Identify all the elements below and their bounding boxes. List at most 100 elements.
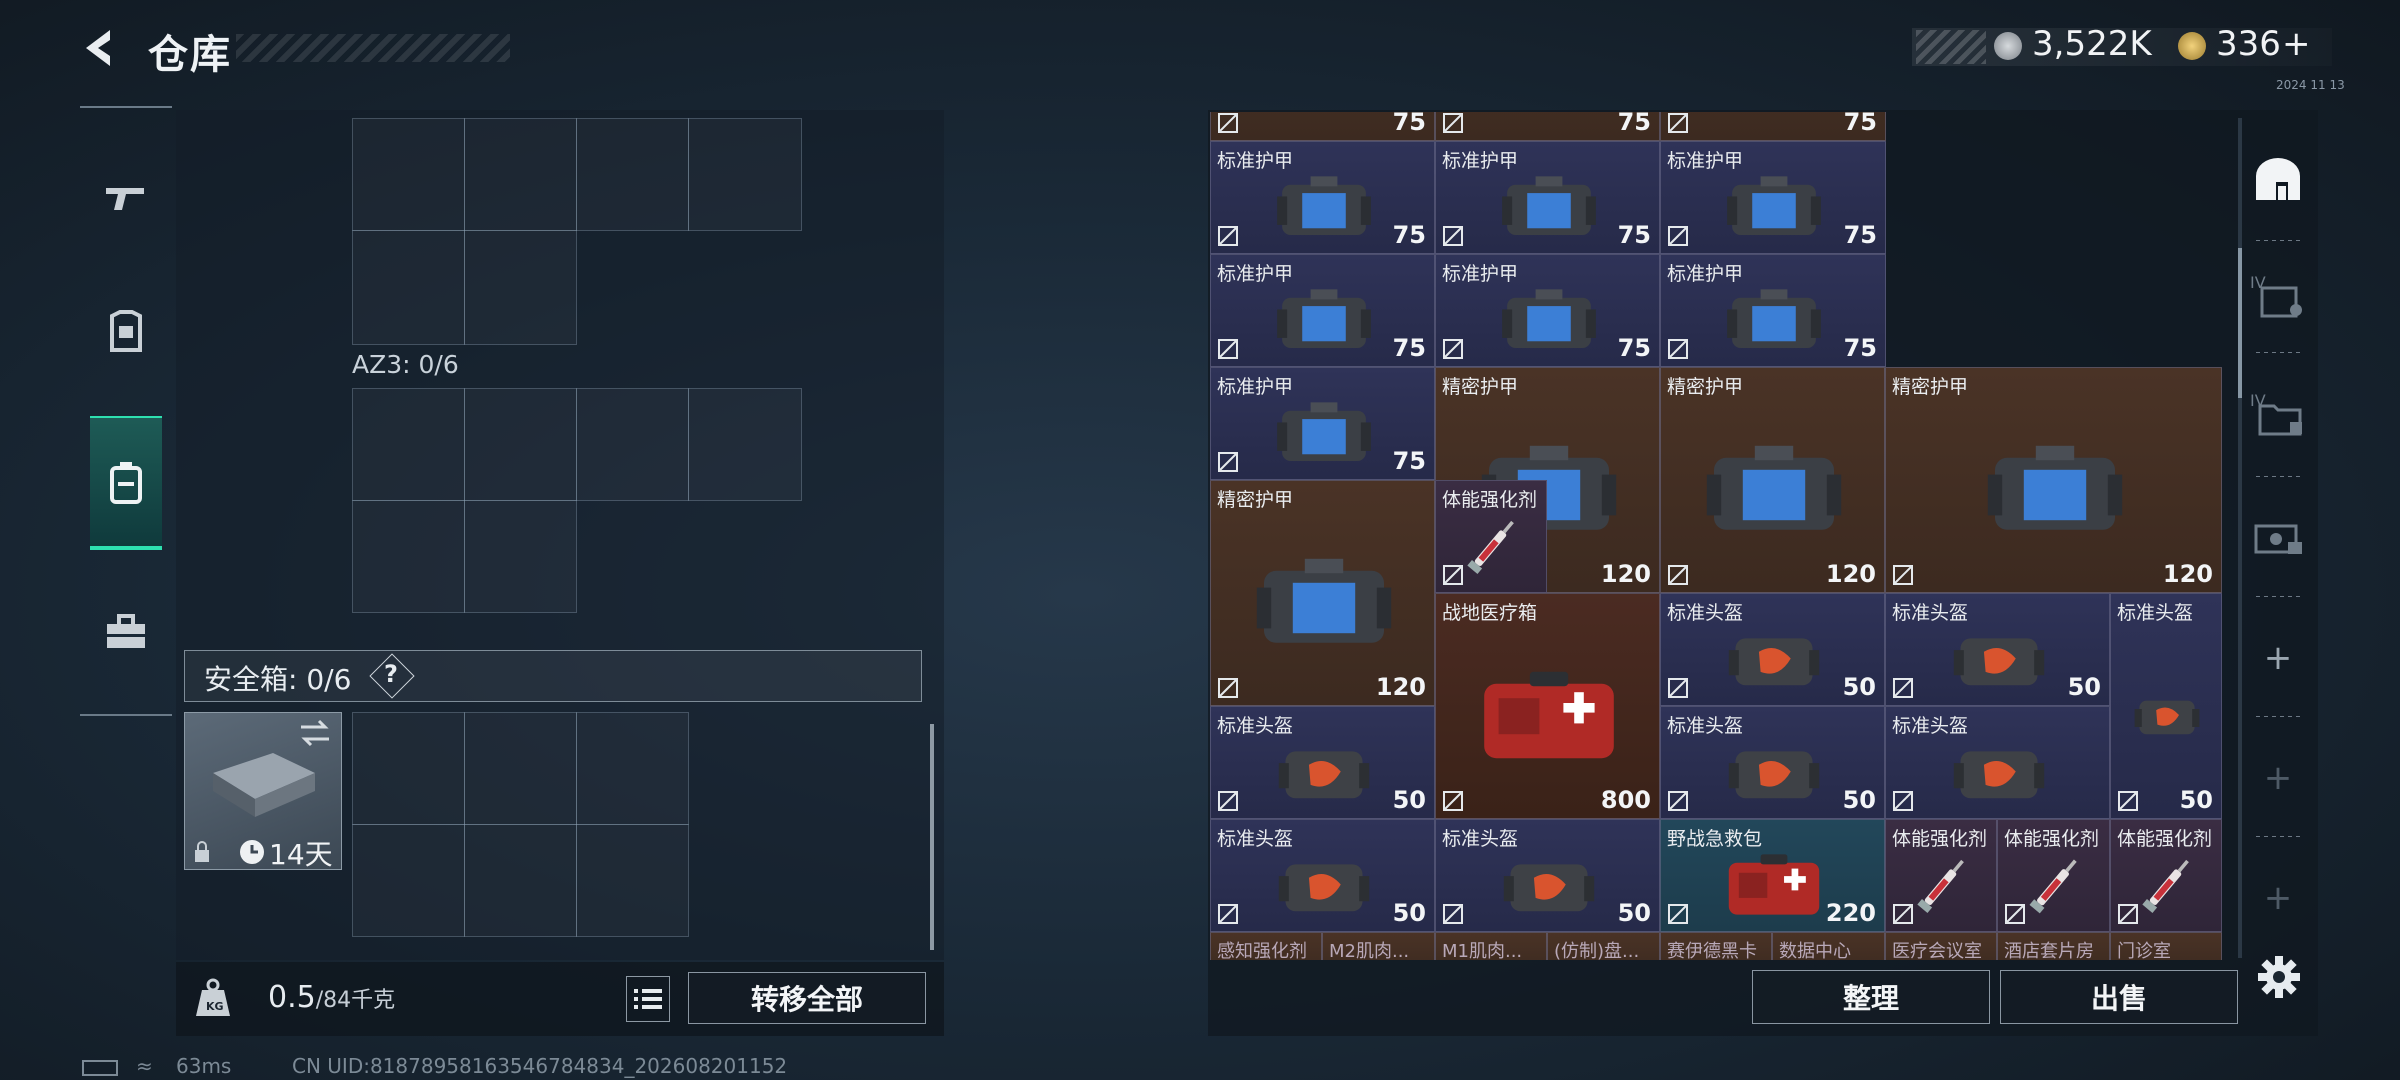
left-scrollbar[interactable] <box>930 724 934 950</box>
inventory-cell[interactable]: M1肌肉... <box>1435 932 1547 960</box>
slot[interactable] <box>688 118 802 231</box>
page-title: 仓库 <box>148 32 232 78</box>
inventory-cell[interactable]: 医疗会议室 <box>1885 932 1997 960</box>
armor-icon <box>1706 445 1841 530</box>
slot[interactable] <box>576 388 689 501</box>
add-tab-button[interactable]: + <box>2250 750 2306 806</box>
inventory-cell[interactable]: 标准护甲 75 <box>1210 367 1435 480</box>
item-name: 精密护甲 <box>1667 376 1744 398</box>
inventory-cell[interactable]: 标准护甲 75 <box>1210 254 1435 367</box>
inventory-cell[interactable]: 标准头盔 50 <box>1210 706 1435 819</box>
inventory-cell[interactable]: 标准头盔 <box>1885 706 2110 819</box>
inventory-cell[interactable]: 75 <box>1435 112 1660 141</box>
add-currency-button[interactable]: + <box>2282 24 2311 64</box>
wifi-icon: ≈ <box>136 1054 153 1078</box>
slot[interactable] <box>464 500 577 613</box>
no-insure-icon <box>2117 790 2139 812</box>
gold-coin-icon <box>2178 32 2206 60</box>
sell-button[interactable]: 出售 <box>2000 970 2238 1024</box>
slot[interactable] <box>464 824 577 937</box>
safehouse-tab[interactable] <box>2250 152 2306 208</box>
transfer-all-button[interactable]: 转移全部 <box>688 972 926 1024</box>
tab-backpack[interactable] <box>90 416 162 550</box>
inventory-cell[interactable]: 精密护甲 120 <box>1885 367 2222 593</box>
slot[interactable] <box>464 388 577 501</box>
back-arrow-icon[interactable] <box>78 26 122 70</box>
slot[interactable] <box>352 824 465 937</box>
tab-toolbox[interactable] <box>90 584 162 680</box>
no-insure-icon <box>2117 903 2139 925</box>
inventory-cell[interactable]: 精密护甲 120 <box>1660 367 1885 593</box>
weight-current: 0.5 <box>268 980 316 1015</box>
inventory-cell[interactable]: 标准护甲 75 <box>1660 254 1886 367</box>
syringe-icon <box>2142 859 2189 914</box>
inventory-cell[interactable]: 体能强化剂 <box>2110 819 2222 932</box>
item-name: 标准头盔 <box>1892 715 1969 737</box>
inventory-cell[interactable]: M2肌肉... <box>1322 932 1435 960</box>
inventory-cell[interactable]: 标准头盔 50 <box>1660 706 1885 819</box>
list-view-button[interactable] <box>626 976 670 1022</box>
no-insure-icon <box>1667 677 1689 699</box>
sort-button[interactable]: 整理 <box>1752 970 1990 1024</box>
inventory-cell[interactable]: 75 <box>1210 112 1435 141</box>
inventory-cell[interactable]: 标准头盔 50 <box>1660 593 1885 706</box>
settings-gear-icon[interactable] <box>2256 954 2302 1000</box>
inventory-cell[interactable]: 标准护甲 75 <box>1660 141 1886 254</box>
inventory-cell[interactable]: 标准头盔 50 <box>1885 593 2110 706</box>
add-tab-button[interactable]: + <box>2250 870 2306 926</box>
inventory-cell[interactable]: 标准护甲 75 <box>1435 141 1660 254</box>
item-value: 50 <box>1617 899 1651 927</box>
item-name: M1肌肉... <box>1442 941 1523 960</box>
slot[interactable] <box>464 712 577 825</box>
item-name: 精密护甲 <box>1442 376 1519 398</box>
add-tab-button[interactable]: + <box>2250 630 2306 686</box>
inventory-cell[interactable]: 标准头盔 50 <box>1435 819 1660 932</box>
slot[interactable] <box>352 712 465 825</box>
inventory-cell[interactable]: 标准护甲 75 <box>1435 254 1660 367</box>
inventory-cell[interactable]: 酒店套片房 <box>1997 932 2110 960</box>
inventory-cell[interactable]: 体能强化剂 <box>1997 819 2110 932</box>
armor-storage-tab[interactable]: IV <box>2250 268 2306 324</box>
inventory-cell[interactable]: 体能强化剂 <box>1885 819 1997 932</box>
item-value: 75 <box>1392 221 1426 249</box>
item-value: 75 <box>1392 447 1426 475</box>
inventory-cell[interactable]: 体能强化剂 <box>1435 480 1547 593</box>
inventory-cell[interactable]: 标准护甲 75 <box>1210 141 1435 254</box>
no-insure-icon <box>1892 677 1914 699</box>
storage-scroll-thumb[interactable] <box>2238 248 2242 398</box>
slot[interactable] <box>352 388 465 501</box>
slot[interactable] <box>352 500 465 613</box>
inventory-cell[interactable]: 标准头盔 50 <box>1210 819 1435 932</box>
safe-case-item[interactable]: 14天 <box>184 712 342 871</box>
inventory-cell[interactable]: 精密护甲 120 <box>1210 480 1435 706</box>
inventory-cell[interactable]: 数据中心 <box>1772 932 1885 960</box>
storage-scroll-track[interactable] <box>2238 118 2242 958</box>
inventory-cell[interactable]: 战地医疗箱 800 <box>1435 593 1660 819</box>
inventory-cell[interactable]: 感知强化剂 <box>1210 932 1322 960</box>
swap-icon[interactable] <box>299 719 331 747</box>
camera-storage-tab[interactable] <box>2250 508 2306 564</box>
slot[interactable] <box>576 824 689 937</box>
inventory-cell[interactable]: 75 <box>1660 112 1886 141</box>
item-value: 75 <box>1843 334 1877 362</box>
list-icon <box>634 989 662 1009</box>
slot[interactable] <box>464 230 577 345</box>
inventory-cell[interactable]: (仿制)盘... <box>1547 932 1660 960</box>
inventory-cell[interactable]: 标准头盔 50 <box>2110 593 2222 819</box>
slot[interactable] <box>576 712 689 825</box>
slot[interactable] <box>688 388 802 501</box>
tab-separator <box>2256 596 2304 597</box>
tab-armor[interactable] <box>90 284 162 380</box>
slot[interactable] <box>576 118 689 231</box>
slot[interactable] <box>352 118 465 231</box>
inventory-cell[interactable]: 赛伊德黑卡 <box>1660 932 1772 960</box>
inventory-cell[interactable]: 野战急救包 220 <box>1660 819 1885 932</box>
folder-storage-tab[interactable]: IV <box>2250 386 2306 442</box>
plus-icon: + <box>2263 638 2293 678</box>
slot[interactable] <box>352 230 465 345</box>
inventory-cell[interactable]: 门诊室 <box>2110 932 2222 960</box>
tab-weapons[interactable] <box>90 150 162 246</box>
item-value: 120 <box>2162 560 2213 588</box>
slot[interactable] <box>464 118 577 231</box>
no-insure-icon <box>1217 225 1239 247</box>
